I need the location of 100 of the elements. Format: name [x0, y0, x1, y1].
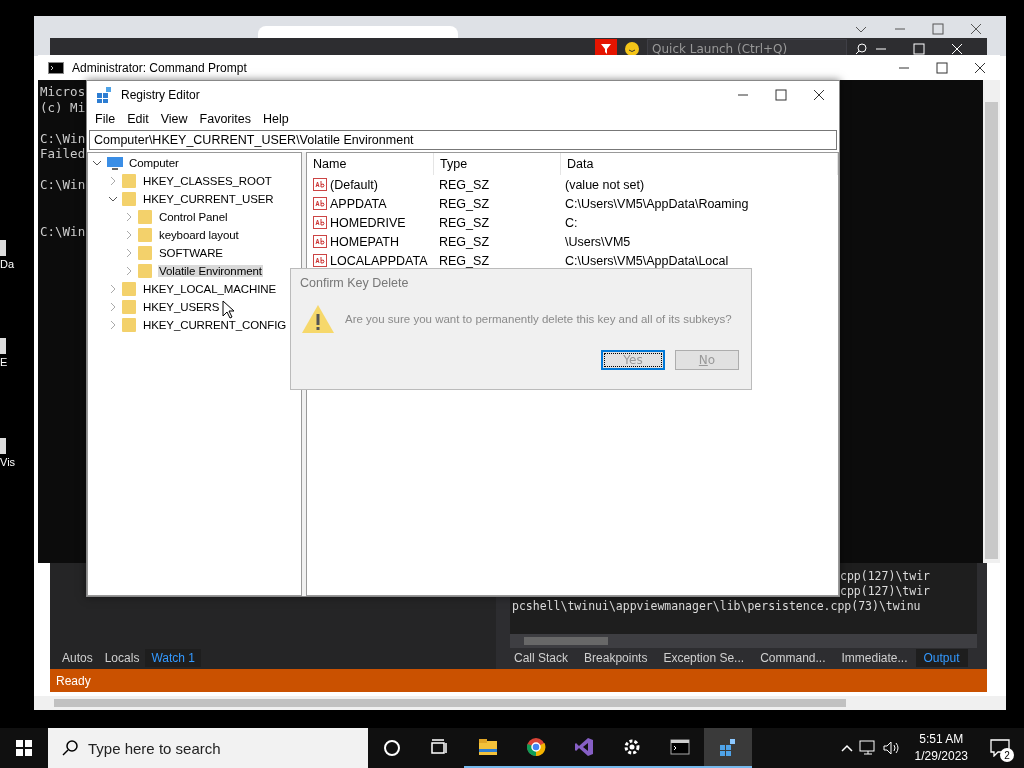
panel-tab[interactable]: Watch 1 — [145, 649, 201, 667]
folder-icon[interactable] — [478, 737, 498, 757]
string-value-icon — [313, 235, 327, 248]
console-line: C:\Win — [40, 177, 86, 193]
search-icon — [62, 740, 78, 756]
tree-item[interactable]: Computer — [128, 157, 180, 169]
panel-tab[interactable]: Immediate... — [833, 649, 916, 668]
table-cell-text: REG_SZ — [438, 253, 490, 268]
tree-item[interactable]: Control Panel — [158, 211, 229, 223]
tree-item[interactable]: HKEY_LOCAL_MACHINE — [142, 283, 278, 295]
tree-item[interactable]: HKEY_CURRENT_USER — [142, 193, 275, 205]
folder-icon — [138, 264, 152, 278]
computer-icon — [106, 156, 124, 170]
settings-icon[interactable] — [622, 737, 642, 757]
tree-item[interactable]: keyboard layout — [158, 229, 240, 241]
table-cell: HOMEDRIVE — [330, 215, 406, 230]
menu-item[interactable]: Edit — [121, 112, 155, 126]
network-icon[interactable] — [858, 740, 877, 756]
tree-item[interactable]: HKEY_CLASSES_ROOT — [142, 175, 273, 187]
console-line: C:\Win — [40, 130, 86, 146]
console-line: Failed — [40, 146, 86, 162]
table-cell-text: REG_SZ — [438, 196, 490, 211]
infinity-ribbon-icon[interactable] — [574, 737, 594, 757]
string-value-icon — [313, 254, 327, 267]
tree-item[interactable]: HKEY_USERS — [142, 301, 221, 313]
maximize-icon[interactable] — [936, 61, 948, 74]
table-cell-text: \Users\VM5 — [564, 234, 632, 249]
panel-tab[interactable]: Exception Se... — [655, 649, 753, 668]
folder-icon — [122, 174, 136, 188]
browser-icon[interactable] — [526, 737, 546, 757]
notification-badge: 2 — [1000, 748, 1014, 762]
warning-icon — [301, 304, 335, 334]
desktop-icon-label[interactable]: Vis — [0, 456, 16, 468]
table-cell-text: C: — [564, 215, 579, 230]
folder-icon — [122, 192, 136, 206]
notification-icon[interactable] — [990, 739, 1010, 757]
console-icon[interactable] — [670, 737, 690, 757]
scrollbar[interactable] — [983, 80, 1000, 563]
smiley-icon[interactable] — [625, 42, 639, 56]
console-line: (c) Mi — [40, 99, 86, 115]
volume-icon[interactable] — [882, 740, 901, 756]
table-cell-text: REG_SZ — [438, 215, 490, 230]
clock[interactable]: 5:51 AM 1/29/2023 — [906, 731, 976, 765]
close-icon[interactable] — [813, 89, 825, 101]
folder-icon — [122, 300, 136, 314]
column-header[interactable]: Name — [307, 153, 434, 175]
panel-tab[interactable]: Output — [915, 649, 968, 668]
menu-item[interactable]: Favorites — [193, 112, 257, 126]
panel-tab[interactable]: Locals — [98, 649, 146, 667]
status-text: Ready — [55, 673, 91, 688]
string-value-icon — [313, 197, 327, 210]
console-line: C:\Win — [40, 223, 86, 239]
string-value-icon — [313, 178, 327, 191]
panel-tab[interactable]: Autos — [56, 649, 99, 667]
panel-tab[interactable]: Call Stack — [506, 649, 577, 668]
string-value-icon — [313, 216, 327, 229]
windows-logo-icon[interactable] — [16, 740, 32, 756]
desktop-icon-label[interactable]: E — [0, 356, 8, 368]
console-icon — [48, 61, 64, 74]
collapse-icon[interactable] — [108, 194, 118, 204]
search-icon[interactable] — [855, 43, 867, 55]
registry-icon — [97, 87, 113, 103]
panel-tab[interactable]: Command... — [752, 649, 834, 668]
menu-item[interactable]: Help — [257, 112, 295, 126]
date-text: 1/29/2023 — [914, 748, 968, 765]
collapse-icon[interactable] — [92, 158, 102, 168]
registry-icon[interactable] — [718, 737, 738, 757]
panel-tab[interactable]: Breakpoints — [576, 649, 656, 668]
output-line: cpp(127)\twir — [840, 584, 930, 599]
dialog-title: Confirm Key Delete — [299, 275, 409, 292]
scrollbar[interactable] — [510, 634, 977, 648]
tree-item[interactable]: SOFTWARE — [158, 247, 224, 259]
chevron-icon[interactable] — [840, 742, 853, 754]
table-cell-text: REG_SZ — [438, 234, 490, 249]
console-line: Micros — [40, 84, 86, 100]
mouse-cursor-icon — [222, 300, 234, 319]
table-cell: LOCALAPPDATA — [330, 253, 428, 268]
scrollbar[interactable] — [34, 696, 1006, 710]
menu-item[interactable]: File — [89, 112, 122, 126]
menu-item[interactable]: View — [154, 112, 194, 126]
table-cell-text: C:\Users\VM5\AppData\Local — [564, 253, 730, 268]
tree-item[interactable]: Volatile Environment — [158, 265, 263, 277]
address-bar[interactable]: Computer\HKEY_CURRENT_USER\Volatile Environment — [89, 130, 837, 150]
folder-icon — [138, 228, 152, 242]
close-icon[interactable] — [974, 61, 986, 74]
column-header[interactable]: Data — [561, 153, 838, 175]
folder-icon — [122, 282, 136, 296]
table-cell: APPDATA — [330, 196, 387, 211]
folder-icon — [138, 246, 152, 260]
circle-icon[interactable] — [382, 738, 402, 758]
column-header[interactable]: Type — [434, 153, 561, 175]
dialog-message: Are you sure you want to permanently delete this key and all of its subkeys? — [345, 313, 732, 325]
table-cell-text: C:\Users\VM5\AppData\Roaming — [564, 196, 750, 211]
output-line: pcshell\twinui\appviewmanager\lib\persistence.cpp(73)\twinu — [512, 599, 921, 614]
window-title: Registry Editor — [121, 88, 201, 102]
desktop-icon-label[interactable]: Da — [0, 258, 15, 270]
search-field[interactable]: Type here to search — [48, 728, 368, 768]
output-line: cpp(127)\twir — [840, 569, 930, 584]
tree-item[interactable]: HKEY_CURRENT_CONFIG — [142, 319, 288, 331]
maximize-icon[interactable] — [775, 89, 787, 101]
